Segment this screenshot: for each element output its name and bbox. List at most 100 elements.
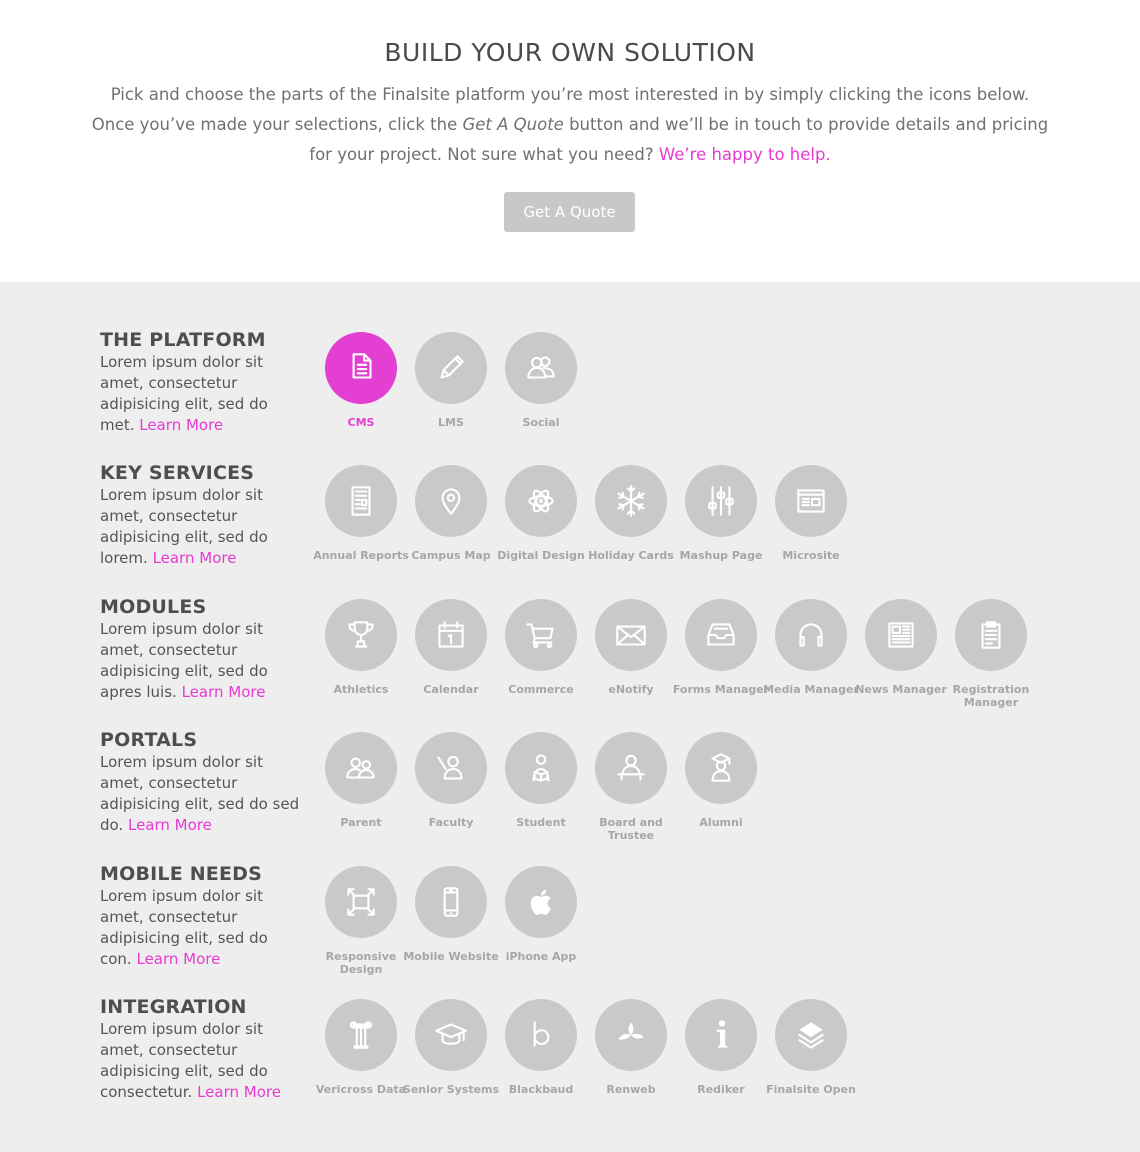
option-circle[interactable]: [505, 732, 577, 804]
graduate-icon: [711, 753, 731, 782]
option-finalsite-open[interactable]: Finalsite Open: [766, 999, 856, 1096]
option-student[interactable]: Student: [505, 732, 577, 829]
option-circle[interactable]: [685, 732, 757, 804]
option-circle[interactable]: [325, 866, 397, 938]
section-portals: PORTALS Lorem ipsum dolor sit amet, conse…: [0, 682, 1140, 842]
teacher-icon: [437, 755, 463, 780]
option-circle[interactable]: [685, 599, 757, 671]
cart-icon: [526, 623, 554, 649]
option-circle[interactable]: [505, 866, 577, 938]
section-description: THE PLATFORM Lorem ipsum dolor sit amet, …: [100, 282, 300, 436]
option-label: Finalsite Open: [766, 1083, 856, 1096]
section-description: KEY SERVICES Lorem ipsum dolor sit amet, …: [100, 415, 300, 569]
section-description: MOBILE NEEDS Lorem ipsum dolor sit amet, …: [100, 816, 300, 970]
section-description: PORTALS Lorem ipsum dolor sit amet, conse…: [100, 682, 300, 836]
option-circle[interactable]: [595, 599, 667, 671]
learn-more-link[interactable]: Learn More: [197, 1083, 281, 1101]
option-renweb[interactable]: Renweb: [595, 999, 667, 1096]
blackbaud-icon: [533, 1021, 550, 1047]
section-title: INTEGRATION: [100, 996, 247, 1018]
section-title: MODULES: [100, 596, 207, 618]
phone-icon: [443, 887, 459, 917]
option-circle[interactable]: [505, 599, 577, 671]
section-modules: MODULES Lorem ipsum dolor sit amet, conse…: [0, 549, 1140, 709]
section-text: Lorem ipsum dolor sit amet, consectetur …: [100, 1019, 300, 1103]
option-circle[interactable]: [325, 465, 397, 537]
option-mashup-page[interactable]: Mashup Page: [680, 465, 762, 562]
sliders-icon: [708, 486, 734, 516]
map-pin-icon: [441, 488, 461, 515]
section-title: THE PLATFORM: [100, 329, 266, 351]
option-circle[interactable]: [325, 599, 397, 671]
section-the-platform: THE PLATFORM Lorem ipsum dolor sit amet, …: [0, 282, 1140, 434]
option-circle[interactable]: [415, 732, 487, 804]
section-title: KEY SERVICES: [100, 462, 255, 484]
renweb-icon: [618, 1022, 644, 1040]
section-title: PORTALS: [100, 729, 198, 751]
option-circle[interactable]: [685, 465, 757, 537]
option-label: Rediker: [697, 1083, 745, 1096]
intro-emphasis: Get A Quote: [462, 115, 564, 134]
option-circle[interactable]: [415, 332, 487, 404]
option-circle[interactable]: [415, 599, 487, 671]
option-circle[interactable]: [415, 465, 487, 537]
option-circle[interactable]: [325, 732, 397, 804]
option-faculty[interactable]: Faculty: [415, 732, 487, 829]
option-circle[interactable]: [865, 599, 937, 671]
option-circle[interactable]: [775, 465, 847, 537]
inbox-icon: [707, 623, 735, 646]
option-circle[interactable]: [505, 332, 577, 404]
people-icon: [527, 356, 555, 379]
option-rediker[interactable]: Rediker: [685, 999, 757, 1096]
option-blackbaud[interactable]: Blackbaud: [505, 999, 577, 1096]
section-key-services: KEY SERVICES Lorem ipsum dolor sit amet, …: [0, 415, 1140, 567]
option-microsite[interactable]: Microsite: [775, 465, 847, 562]
pencil-icon: [440, 355, 464, 379]
section-description: MODULES Lorem ipsum dolor sit amet, conse…: [100, 549, 300, 703]
document-icon: [352, 353, 372, 379]
option-alumni[interactable]: Alumni: [685, 732, 757, 829]
option-circle[interactable]: [595, 732, 667, 804]
option-circle[interactable]: [685, 999, 757, 1071]
option-holiday-cards[interactable]: Holiday Cards: [588, 465, 674, 562]
option-annual-reports[interactable]: Annual Reports: [313, 465, 409, 562]
option-circle[interactable]: [505, 465, 577, 537]
atom-icon: [528, 489, 554, 513]
board-icon: [617, 754, 645, 781]
column-icon: [349, 1021, 373, 1049]
layers-icon: [798, 1022, 824, 1049]
option-circle[interactable]: [325, 332, 397, 404]
option-parent[interactable]: Parent: [325, 732, 397, 829]
option-circle[interactable]: [775, 599, 847, 671]
option-digital-design[interactable]: Digital Design: [497, 465, 585, 562]
option-senior-systems[interactable]: Senior Systems: [403, 999, 499, 1096]
option-circle[interactable]: [955, 599, 1027, 671]
parent-icon: [346, 757, 375, 779]
hero-section: BUILD YOUR OWN SOLUTION Pick and choose …: [0, 0, 1140, 282]
newspaper-icon: [888, 622, 914, 648]
help-link[interactable]: We’re happy to help.: [659, 145, 831, 164]
option-circle[interactable]: [775, 999, 847, 1071]
expand-icon: [347, 888, 375, 916]
option-circle[interactable]: [325, 999, 397, 1071]
browser-icon: [797, 489, 825, 513]
option-campus-map[interactable]: Campus Map: [411, 465, 491, 562]
mortarboard-icon: [435, 1023, 467, 1045]
option-circle[interactable]: [595, 465, 667, 537]
section-title: MOBILE NEEDS: [100, 863, 263, 885]
apple-icon: [530, 889, 551, 915]
get-a-quote-button[interactable]: Get A Quote: [504, 192, 635, 232]
option-vericross-data[interactable]: Vericross Data: [316, 999, 406, 1096]
options-panel: THE PLATFORM Lorem ipsum dolor sit amet, …: [0, 282, 1140, 1152]
option-circle[interactable]: [505, 999, 577, 1071]
option-circle[interactable]: [415, 866, 487, 938]
option-label: Senior Systems: [402, 1083, 500, 1096]
trophy-icon: [348, 621, 374, 648]
page-title: BUILD YOUR OWN SOLUTION: [384, 38, 756, 67]
rediker-icon: [716, 1020, 728, 1048]
option-circle[interactable]: [595, 999, 667, 1071]
calendar-icon: [438, 621, 464, 648]
option-circle[interactable]: [415, 999, 487, 1071]
section-mobile-needs: MOBILE NEEDS Lorem ipsum dolor sit amet, …: [0, 816, 1140, 976]
envelope-icon: [616, 625, 646, 646]
